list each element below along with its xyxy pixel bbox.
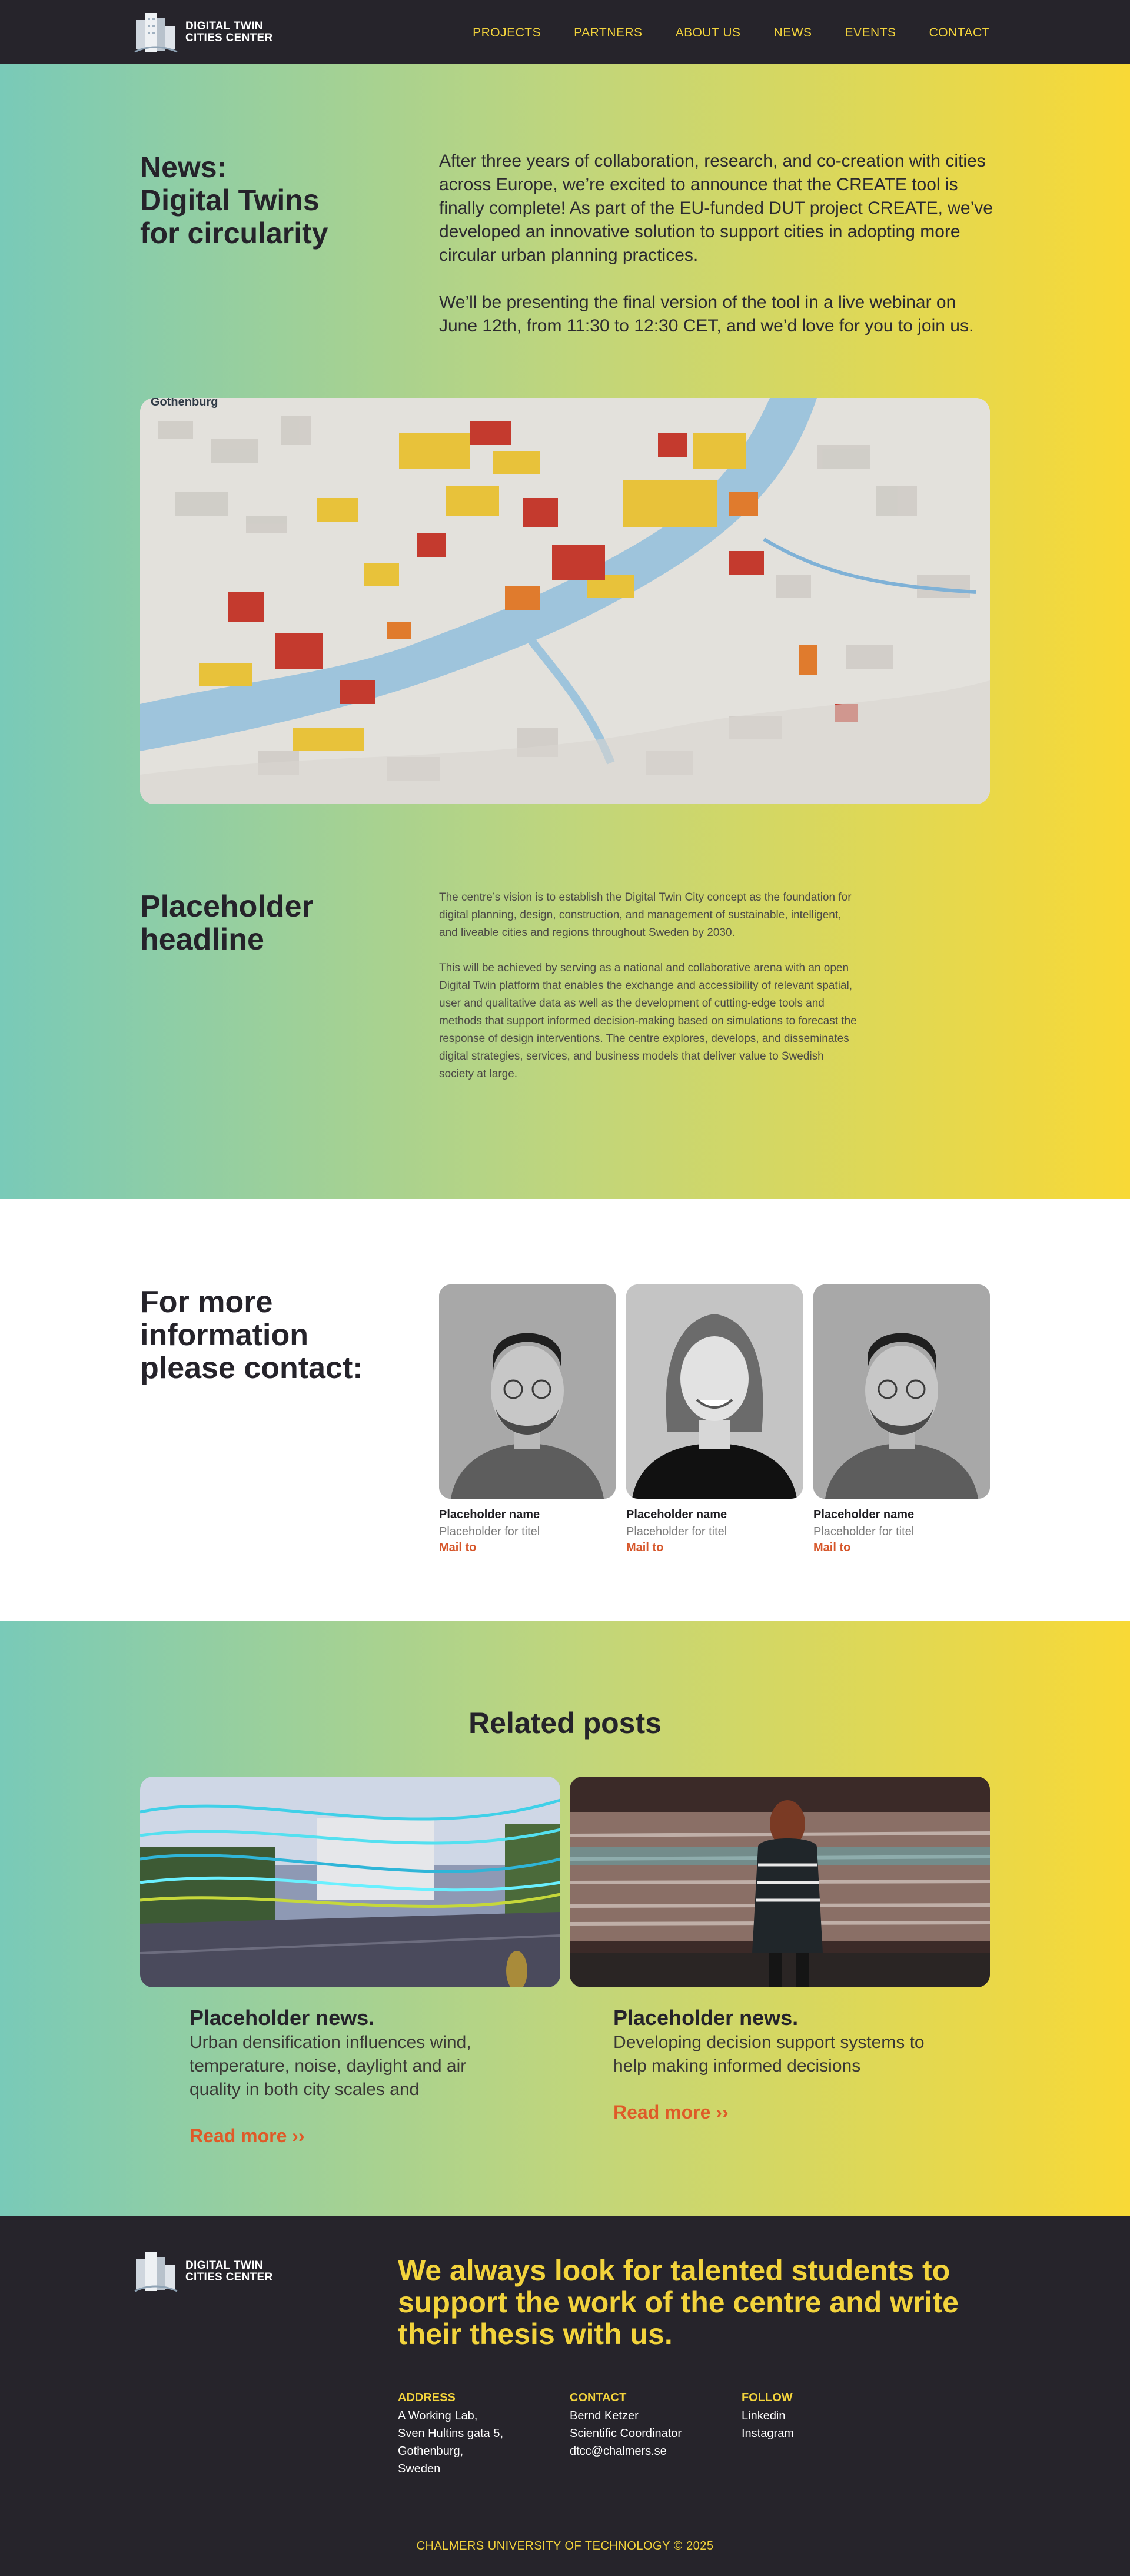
address-line: A Working Lab, <box>398 2409 478 2422</box>
footer-follow: FOLLOW Linkedin Instagram <box>742 2391 883 2442</box>
page-title: News: Digital Twins for circularity <box>140 151 328 250</box>
main-menu: PROJECTS PARTNERS ABOUT US NEWS EVENTS C… <box>473 26 990 40</box>
address-label: ADDRESS <box>398 2391 456 2404</box>
contact-role: Scientific Coordinator <box>570 2427 682 2440</box>
post-title: Placeholder news. <box>613 2006 799 2030</box>
contact-title: Placeholder for titel <box>626 1525 727 1538</box>
contact-card: Placeholder name Placeholder for titel M… <box>813 1284 990 1555</box>
avatar <box>439 1284 616 1499</box>
contact-person: Bernd Ketzer <box>570 2409 639 2422</box>
footer-logo-link[interactable]: DIGITAL TWIN CITIES CENTER <box>132 2248 273 2296</box>
mail-to-link[interactable]: Mail to <box>626 1541 663 1555</box>
instagram-link[interactable]: Instagram <box>742 2425 883 2442</box>
avatar <box>626 1284 803 1499</box>
post-description: Developing decision support systems to h… <box>613 2033 925 2076</box>
follow-label: FOLLOW <box>742 2391 793 2404</box>
logo-icon <box>132 8 178 57</box>
post-description: Urban densification influences wind, tem… <box>190 2033 471 2099</box>
copyright-text: CHALMERS UNIVERSITY OF TECHNOLOGY © 2025 <box>416 2540 714 2552</box>
placeholder-body: The centre’s vision is to establish the … <box>439 889 858 1083</box>
nav-about-us[interactable]: ABOUT US <box>676 26 741 40</box>
address-line: Sven Hultins gata 5, <box>398 2427 503 2440</box>
nav-events[interactable]: EVENTS <box>845 26 896 40</box>
post-image-link[interactable] <box>140 1777 560 1987</box>
post-title: Placeholder news. <box>190 2006 375 2030</box>
address-line: Gothenburg, <box>398 2445 464 2458</box>
nav-contact[interactable]: CONTACT <box>929 26 990 40</box>
wind-simulation-image <box>140 1777 560 1987</box>
top-nav: DIGITAL TWIN CITIES CENTER PROJECTS PART… <box>0 0 1130 64</box>
intro-paragraph: After three years of collaboration, rese… <box>439 151 993 265</box>
post-image-link[interactable] <box>570 1777 990 1987</box>
footer-address: ADDRESS A Working Lab, Sven Hultins gata… <box>398 2391 539 2478</box>
contact-name: Placeholder name <box>626 1508 727 1521</box>
linkedin-link[interactable]: Linkedin <box>742 2407 883 2425</box>
nav-news[interactable]: NEWS <box>774 26 812 40</box>
nav-projects[interactable]: PROJECTS <box>473 26 541 40</box>
brand-line-1: DIGITAL TWIN <box>185 20 263 32</box>
related-posts-heading: Related posts <box>468 1707 662 1740</box>
body-paragraph: This will be achieved by serving as a na… <box>439 962 857 1080</box>
train-platform-image <box>570 1777 990 1987</box>
address-line: Sweden <box>398 2462 441 2475</box>
placeholder-headline: Placeholder headline <box>140 889 314 957</box>
read-more-link[interactable]: Read more ›› <box>613 2102 729 2123</box>
hero-intro: After three years of collaboration, rese… <box>439 150 993 338</box>
contact-card: Placeholder name Placeholder for titel M… <box>439 1284 616 1555</box>
post-card: Placeholder news. Developing decision su… <box>613 2005 943 2123</box>
contact-heading: For more information please contact: <box>140 1285 363 1385</box>
contact-name: Placeholder name <box>813 1508 915 1521</box>
contact-title: Placeholder for titel <box>813 1525 915 1538</box>
contact-email-link[interactable]: dtcc@chalmers.se <box>570 2442 711 2460</box>
mail-to-link[interactable]: Mail to <box>439 1541 476 1555</box>
body-paragraph: The centre’s vision is to establish the … <box>439 891 852 939</box>
map-city-label: Gothenburg <box>151 398 218 409</box>
logo-link[interactable]: DIGITAL TWIN CITIES CENTER <box>132 8 273 57</box>
brand-line-2: CITIES CENTER <box>185 2271 273 2283</box>
read-more-link[interactable]: Read more ›› <box>190 2125 305 2147</box>
contact-title: Placeholder for titel <box>439 1525 540 1538</box>
intro-paragraph: We’ll be presenting the final version of… <box>439 293 974 336</box>
brand-line-1: DIGITAL TWIN <box>185 2259 263 2272</box>
nav-partners[interactable]: PARTNERS <box>574 26 642 40</box>
avatar <box>813 1284 990 1499</box>
footer-contact: CONTACT Bernd Ketzer Scientific Coordina… <box>570 2391 711 2460</box>
related-posts-section: Related posts Placeholder news. Urban de… <box>0 1621 1130 2216</box>
contact-name: Placeholder name <box>439 1508 540 1521</box>
contact-section: For more information please contact: Pla… <box>0 1199 1130 1621</box>
hero-section: News: Digital Twins for circularity Afte… <box>0 64 1130 1199</box>
city-map-image: Gothenburg <box>140 398 990 804</box>
brand-line-2: CITIES CENTER <box>185 32 273 44</box>
contact-card: Placeholder name Placeholder for titel M… <box>626 1284 803 1555</box>
footer: DIGITAL TWIN CITIES CENTER We always loo… <box>0 2216 1130 2576</box>
contact-label: CONTACT <box>570 2391 627 2404</box>
post-card: Placeholder news. Urban densification in… <box>190 2005 519 2147</box>
logo-icon <box>132 2248 178 2296</box>
footer-headline: We always look for talented students to … <box>398 2254 959 2351</box>
mail-to-link[interactable]: Mail to <box>813 1541 850 1555</box>
